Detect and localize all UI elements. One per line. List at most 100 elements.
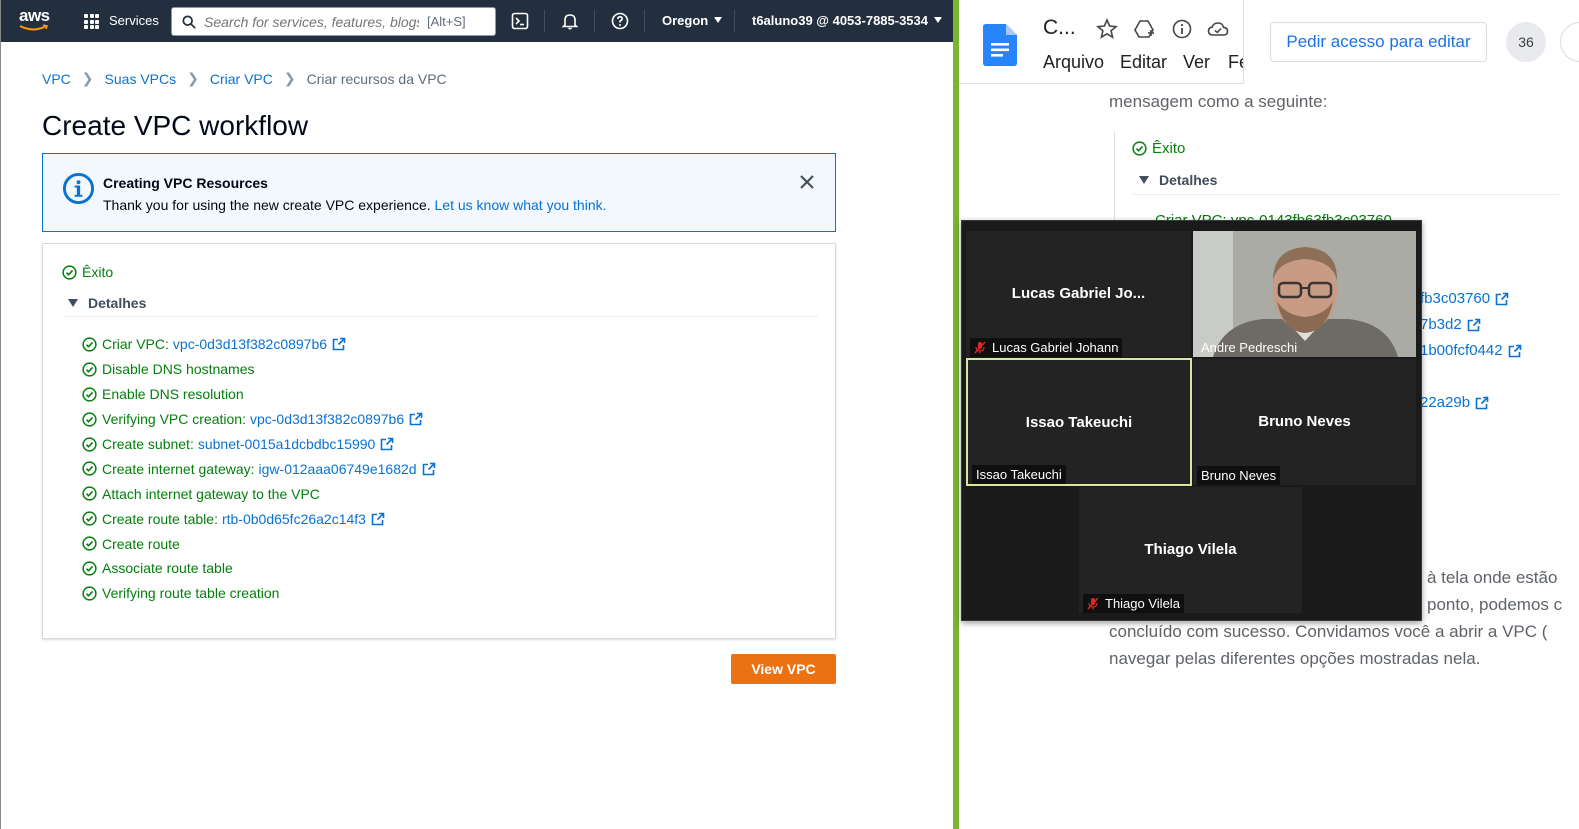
info-flashbar: Creating VPC Resources Thank you for usi… (42, 153, 836, 232)
account-menu[interactable]: t6aluno39 @ 4053-7885-3534 (752, 13, 943, 28)
cloud-saved-icon[interactable] (1207, 18, 1229, 40)
resource-link[interactable]: igw-012aaa06749e1682d (259, 461, 417, 477)
viewer-count-badge[interactable]: 36 (1506, 22, 1546, 62)
doc-link-1[interactable]: fb3c03760 (1420, 290, 1509, 307)
external-link-icon (1495, 292, 1509, 305)
external-link-icon (422, 462, 435, 476)
breadcrumb: VPC ❯ Suas VPCs ❯ Criar VPC ❯ Criar recu… (42, 70, 447, 87)
region-selector[interactable]: Oregon (662, 13, 723, 28)
participant-video-tile[interactable]: Andre Pedreschi (1193, 231, 1416, 357)
doc-paragraph-line: navegar pelas diferentes opções mostrada… (1109, 649, 1481, 668)
success-check-icon (82, 411, 97, 427)
success-check-icon (62, 264, 77, 280)
video-call-overlay[interactable]: Lucas Gabriel Jo... Lucas Gabriel Johann (961, 220, 1422, 621)
success-check-icon (82, 511, 97, 526)
cloudshell-icon[interactable] (511, 12, 529, 30)
resource-link[interactable]: vpc-0d3d13f382c0897b6 (173, 336, 327, 352)
move-to-drive-icon[interactable] (1133, 18, 1155, 40)
step-label: Attach internet gateway to the VPC (102, 485, 320, 502)
participant-tile[interactable]: Thiago Vilela Thiago Vilela (1079, 487, 1302, 613)
participant-label-text: Lucas Gabriel Johann (992, 340, 1119, 355)
search-input[interactable] (204, 13, 419, 30)
flash-title: Creating VPC Resources (103, 175, 268, 191)
chevron-right-icon: ❯ (81, 70, 94, 86)
doc-link-4[interactable]: 22a29b (1420, 394, 1489, 411)
info-icon (62, 172, 95, 205)
document-title[interactable]: C... (1043, 16, 1076, 40)
step-label: Create route table: (102, 510, 218, 527)
participant-label-text: Issao Takeuchi (976, 467, 1062, 482)
step-label: Create route (102, 535, 180, 552)
participant-tile[interactable]: Bruno Neves Bruno Neves (1193, 359, 1416, 485)
doc-link-3[interactable]: 1b00fcf0442 (1420, 342, 1522, 359)
external-link-icon (1508, 344, 1521, 357)
docs-header: C... Arquivo Editar Ver Fe Pedir acesso … (959, 0, 1579, 84)
caret-down-icon (68, 299, 78, 307)
feedback-link[interactable]: Let us know what you think. (435, 197, 607, 213)
success-check-icon (82, 536, 97, 551)
doc-link-2[interactable]: 7b3d2 (1420, 316, 1481, 333)
participant-label-text: Andre Pedreschi (1201, 340, 1298, 355)
step-item: Create internet gateway: igw-012aaa06749e… (82, 456, 436, 481)
help-icon[interactable] (611, 12, 629, 30)
success-status: Êxito (62, 264, 113, 280)
success-check-icon (82, 436, 97, 452)
aws-smile-icon (19, 24, 49, 31)
details-toggle[interactable]: Detalhes (68, 295, 146, 311)
participant-label: Thiago Vilela (1083, 594, 1184, 613)
account-label: t6aluno39 @ 4053-7885-3534 (752, 13, 929, 28)
doc-paragraph-line: à tela onde estão (1427, 568, 1558, 587)
aws-top-nav: aws Services [Alt+S] (1, 0, 954, 42)
step-label: Create subnet: (102, 436, 194, 452)
step-label: Enable DNS resolution (102, 386, 244, 403)
workflow-result-panel: Êxito Detalhes Criar VPC: vpc-0d3d13f382c… (42, 243, 836, 639)
request-edit-access-button[interactable]: Pedir acesso para editar (1270, 22, 1487, 62)
step-item: Criar VPC: vpc-0d3d13f382c0897b6 (82, 332, 436, 357)
success-check-icon (82, 362, 97, 377)
info-circle-icon[interactable] (1171, 18, 1193, 40)
doc-link-text: fb3c03760 (1420, 290, 1491, 307)
search-shortcut: [Alt+S] (427, 14, 466, 29)
menu-editar[interactable]: Editar (1120, 52, 1167, 73)
region-label: Oregon (662, 13, 709, 28)
participant-name: Issao Takeuchi (1025, 414, 1133, 431)
doc-details-label: Detalhes (1159, 172, 1218, 188)
aws-console-window: aws Services [Alt+S] (0, 0, 954, 829)
success-check-icon (1132, 141, 1147, 156)
participant-label: Bruno Neves (1197, 466, 1281, 485)
star-icon[interactable] (1096, 18, 1118, 40)
resource-link[interactable]: rtb-0b0d65fc26a2c14f3 (222, 511, 366, 527)
aws-logo[interactable]: aws (19, 6, 51, 34)
doc-success-label: Êxito (1152, 140, 1186, 157)
doc-details-header: Detalhes (1139, 172, 1217, 188)
notifications-bell-icon[interactable] (561, 12, 579, 30)
participant-label: Andre Pedreschi (1197, 338, 1301, 357)
step-item: Associate route table (82, 556, 436, 581)
close-icon[interactable] (798, 173, 816, 191)
services-menu[interactable]: Services (109, 13, 159, 28)
resource-link[interactable]: vpc-0d3d13f382c0897b6 (250, 411, 404, 427)
resource-link[interactable]: subnet-0015a1dcbdbc15990 (198, 436, 376, 452)
menu-arquivo[interactable]: Arquivo (1043, 52, 1104, 73)
participant-tile[interactable]: Lucas Gabriel Jo... Lucas Gabriel Johann (966, 231, 1191, 357)
caret-down-icon (1139, 176, 1149, 184)
breadcrumb-criar-vpc[interactable]: Criar VPC (210, 71, 273, 87)
menu-ver[interactable]: Ver (1183, 52, 1210, 73)
chevron-right-icon: ❯ (283, 70, 296, 86)
success-label: Êxito (82, 264, 114, 280)
participant-name: Thiago Vilela (1144, 541, 1237, 558)
breadcrumb-vpc[interactable]: VPC (42, 71, 71, 87)
step-item: Enable DNS resolution (82, 382, 436, 407)
breadcrumb-suas-vpcs[interactable]: Suas VPCs (105, 71, 177, 87)
doc-link-text: 7b3d2 (1420, 316, 1462, 333)
microphone-muted-icon (974, 341, 986, 354)
chevron-down-icon (714, 17, 723, 23)
google-docs-logo-icon[interactable] (983, 24, 1017, 66)
aws-logo-text: aws (19, 6, 50, 25)
view-vpc-button[interactable]: View VPC (731, 654, 836, 684)
active-speaker-tile[interactable]: Issao Takeuchi Issao Takeuchi (966, 358, 1192, 486)
page-title: Create VPC workflow (42, 110, 309, 141)
services-grid-icon[interactable] (84, 14, 99, 29)
step-label: Verifying route table creation (102, 585, 280, 602)
aws-search-box[interactable]: [Alt+S] (171, 7, 496, 36)
